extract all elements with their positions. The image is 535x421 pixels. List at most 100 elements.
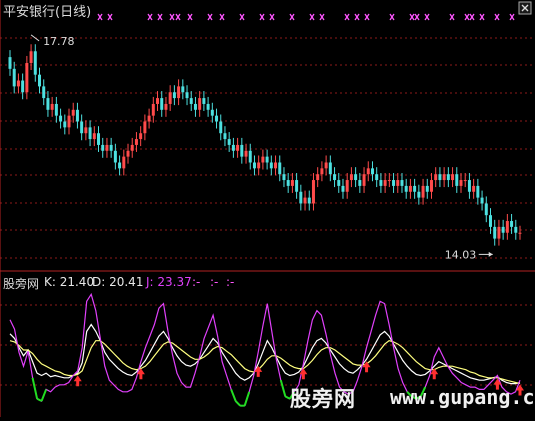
candle (168, 85, 172, 111)
candle-body (324, 162, 328, 169)
candle (311, 173, 315, 211)
candle (231, 137, 235, 158)
candle-body (387, 180, 391, 182)
j-value: J: 23.37 (146, 275, 192, 289)
candle-body (392, 180, 396, 186)
marker-x-icon (449, 13, 455, 21)
candle-body (261, 156, 265, 163)
candle-body (375, 174, 379, 181)
candle (278, 155, 282, 182)
candle (282, 167, 286, 188)
candle (408, 178, 412, 199)
candle-body (354, 174, 358, 181)
candle (139, 126, 143, 147)
candle (362, 167, 366, 193)
candle (320, 161, 324, 182)
kline-chart-window: 17.78 14.03 平安银行(日线) 股旁网 K: 21.40 D: 20.4… (0, 0, 535, 417)
candle-body (429, 180, 433, 192)
candle-body (252, 162, 256, 169)
candle (299, 184, 303, 211)
low-zone-segment (279, 379, 287, 397)
candle (459, 173, 463, 193)
candle-body (181, 86, 185, 93)
close-icon[interactable] (518, 1, 532, 15)
candle (316, 167, 320, 188)
candle (59, 108, 63, 129)
candle (261, 149, 265, 170)
marker-x-icon (169, 13, 175, 21)
candle (404, 178, 408, 199)
candle-body (514, 226, 518, 233)
candle-body (488, 215, 492, 227)
chart-canvas: 17.78 14.03 (0, 0, 535, 417)
indicator-name: 股旁网 (3, 277, 40, 291)
candlestick-series[interactable] (8, 44, 522, 246)
candle-body (33, 51, 37, 75)
candle-body (244, 150, 248, 157)
marker-x-icon (344, 13, 350, 21)
candle (400, 173, 404, 193)
candle-body (320, 168, 324, 175)
marker-x-icon (259, 13, 265, 21)
marker-x-icon (157, 13, 163, 21)
candle (97, 126, 101, 152)
candle-body (446, 174, 450, 181)
extra-value: :- (192, 275, 201, 289)
candle (143, 114, 147, 141)
candle (472, 178, 476, 199)
candle (198, 91, 202, 117)
candle-body (92, 133, 96, 140)
candle-body (472, 185, 476, 192)
candle (122, 149, 126, 176)
candle-body (400, 180, 404, 186)
candle (75, 102, 79, 129)
candle-body (219, 121, 223, 134)
kdj-line-k (9, 323, 521, 385)
candle (38, 67, 42, 94)
candle-body (118, 162, 122, 169)
candle (434, 167, 438, 188)
candle-body (484, 203, 488, 216)
candle-body (63, 121, 67, 128)
candle (147, 108, 151, 129)
candle (63, 114, 67, 135)
k-value: K: 21.40 (44, 275, 95, 289)
candle (324, 155, 328, 176)
marker-x-icon (389, 13, 395, 21)
candle-body (379, 180, 383, 186)
candle-body (501, 226, 505, 233)
candle-body (164, 103, 168, 110)
candle (236, 137, 240, 158)
candle (333, 167, 337, 188)
marker-x-icon (354, 13, 360, 21)
candle-body (417, 191, 421, 198)
candle-body (476, 185, 480, 198)
candle-body (459, 180, 463, 186)
marker-x-icon (289, 13, 295, 21)
marker-x-icon (175, 13, 181, 21)
candle (307, 190, 311, 211)
low-zone-segment (243, 391, 251, 406)
candle (417, 184, 421, 205)
candle-body (126, 150, 130, 157)
candle (518, 225, 522, 240)
candle (101, 137, 105, 158)
candle-body (84, 127, 88, 134)
candle (8, 50, 12, 76)
candle (244, 143, 248, 164)
candle (156, 91, 160, 111)
candle-body (160, 98, 164, 110)
candle-body (493, 226, 497, 239)
candle (248, 143, 252, 170)
candle-body (295, 180, 299, 192)
candle-body (88, 127, 92, 140)
candle (16, 73, 20, 94)
candle (303, 190, 307, 211)
candle (92, 126, 96, 147)
candle (109, 137, 113, 158)
candle (206, 96, 210, 117)
low-zone-segment (40, 389, 48, 402)
low-zone-segment (230, 389, 237, 402)
candle-body (497, 226, 501, 239)
candle (425, 178, 429, 199)
